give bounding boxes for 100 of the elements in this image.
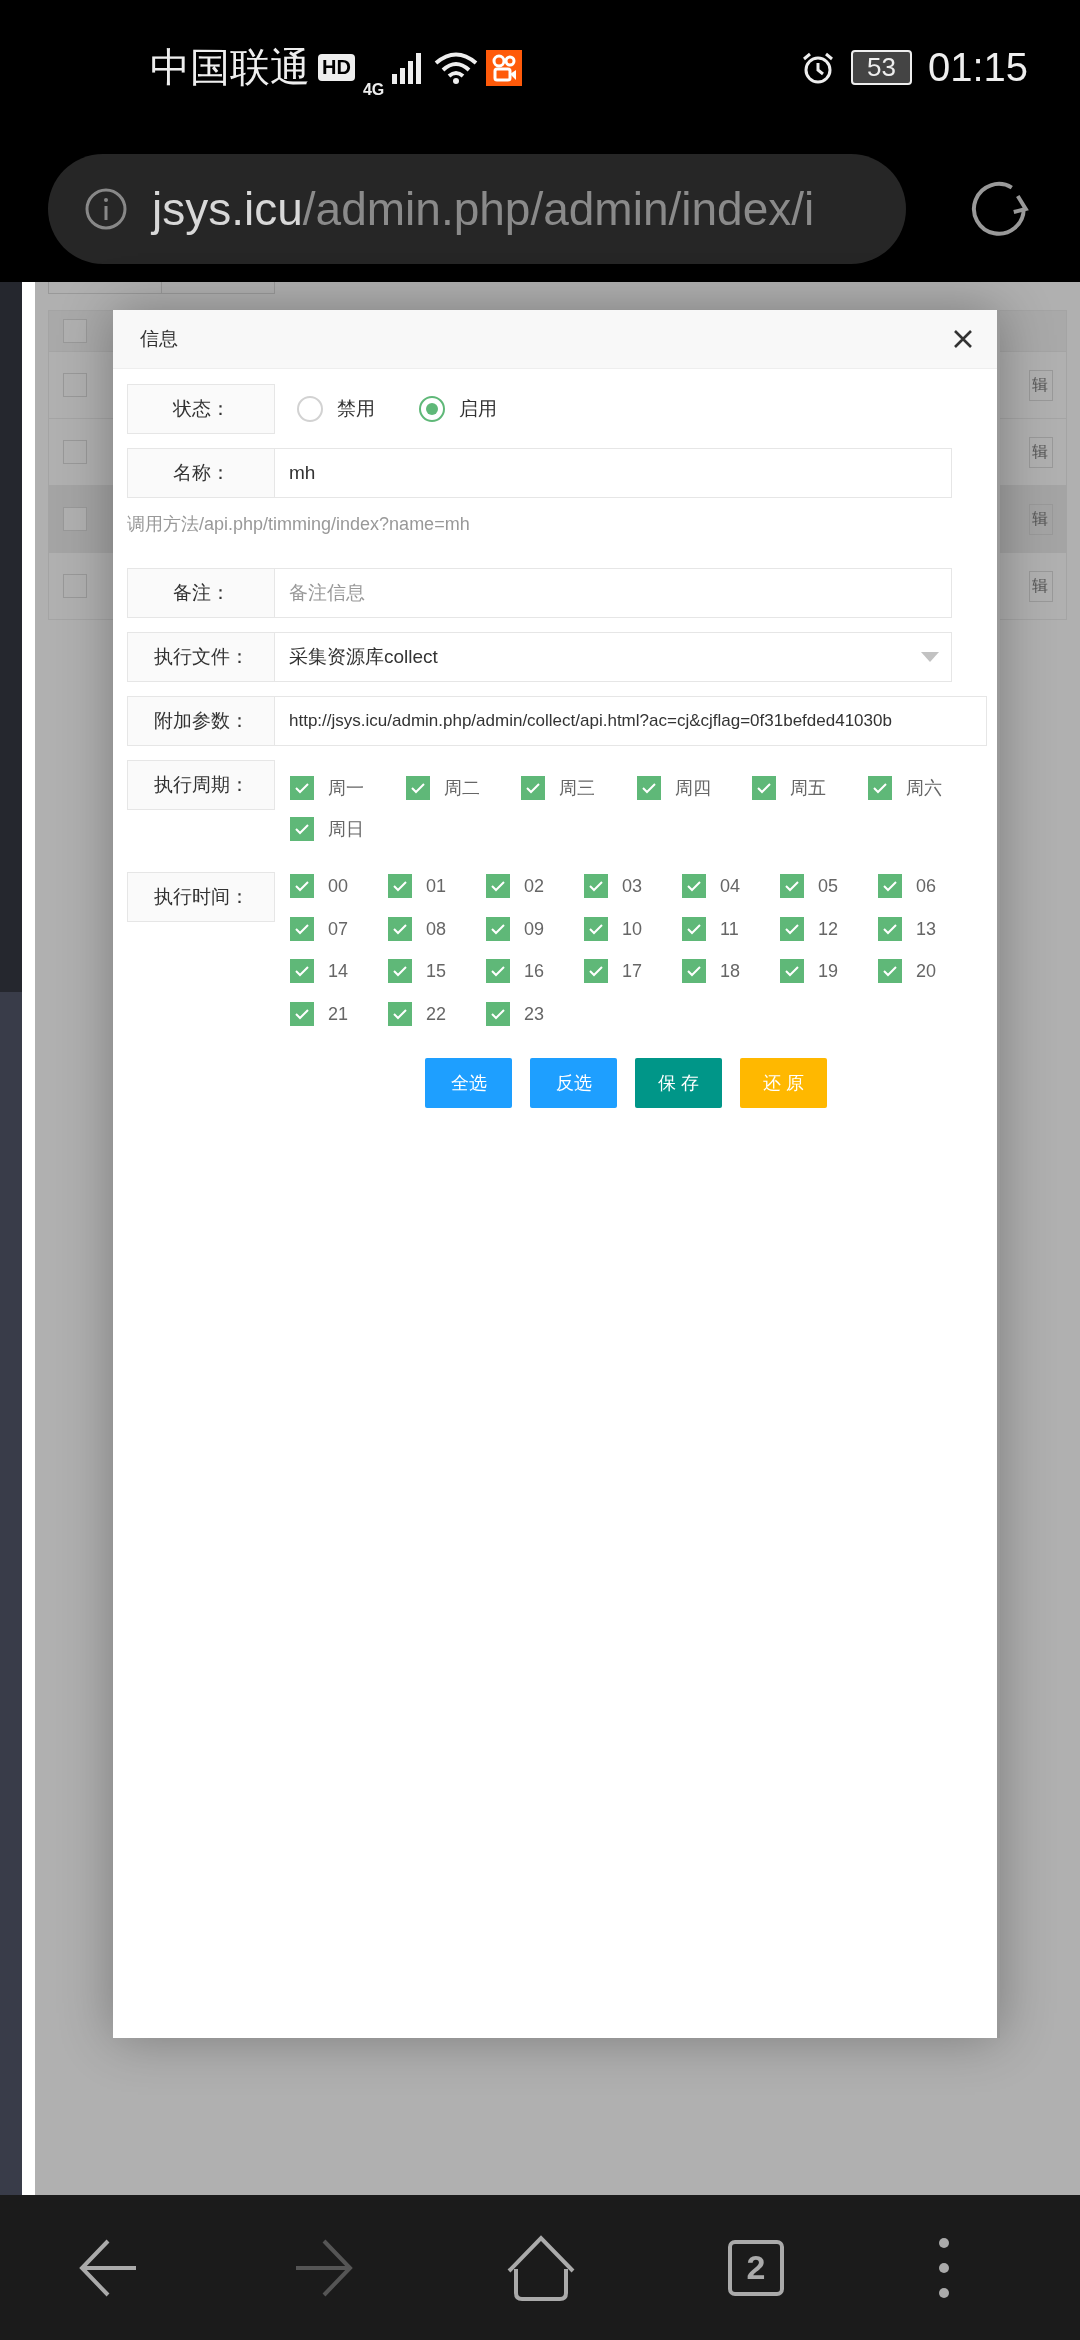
checkbox[interactable] bbox=[486, 959, 510, 983]
edit-button[interactable]: 辑 bbox=[1029, 369, 1053, 401]
checkbox[interactable] bbox=[290, 817, 314, 841]
field-label: 执行文件： bbox=[127, 632, 275, 682]
checkbox-label[interactable]: 11 bbox=[720, 916, 739, 941]
carrier-name: 中国联通 bbox=[150, 44, 310, 91]
checkbox-label[interactable]: 09 bbox=[524, 916, 545, 941]
checkbox-label[interactable]: 08 bbox=[426, 916, 447, 941]
checkbox[interactable] bbox=[486, 1001, 510, 1026]
field-label: 名称： bbox=[127, 448, 275, 498]
checkbox[interactable] bbox=[878, 874, 902, 898]
checkbox-label[interactable]: 20 bbox=[916, 959, 937, 983]
checkbox-label[interactable]: 17 bbox=[622, 959, 643, 983]
edit-button[interactable]: 辑 bbox=[1029, 570, 1053, 602]
home-icon[interactable] bbox=[506, 2234, 576, 2301]
checkbox[interactable] bbox=[486, 916, 510, 941]
tabs-button[interactable]: 2 bbox=[728, 2239, 784, 2296]
checkbox[interactable] bbox=[388, 959, 412, 983]
text-field[interactable]: mh bbox=[275, 448, 952, 498]
checkbox[interactable] bbox=[290, 959, 314, 983]
radio-option[interactable]: 禁用 bbox=[297, 396, 375, 422]
checkbox-label[interactable]: 周五 bbox=[790, 776, 826, 800]
edit-button[interactable]: 辑 bbox=[1029, 436, 1053, 468]
checkbox[interactable] bbox=[636, 776, 661, 800]
checkbox-label[interactable]: 01 bbox=[426, 874, 447, 898]
app-icon bbox=[486, 49, 523, 86]
checkbox-label[interactable]: 16 bbox=[524, 959, 545, 983]
checkbox[interactable] bbox=[388, 916, 412, 941]
text-field[interactable]: 备注信息 bbox=[275, 568, 952, 618]
checkbox[interactable] bbox=[388, 874, 412, 898]
wifi-icon bbox=[434, 51, 479, 84]
checkbox-label[interactable]: 19 bbox=[818, 959, 839, 983]
checkbox-label[interactable]: 周六 bbox=[905, 776, 942, 800]
checkbox-label[interactable]: 14 bbox=[328, 959, 349, 983]
checkbox-label[interactable]: 04 bbox=[720, 874, 741, 898]
checkbox[interactable] bbox=[63, 440, 87, 464]
checkbox-label[interactable]: 23 bbox=[524, 1001, 545, 1026]
hd-badge: HD bbox=[318, 54, 355, 81]
checkbox-label[interactable]: 18 bbox=[720, 959, 741, 983]
checkbox[interactable] bbox=[405, 776, 430, 800]
caret-icon bbox=[921, 652, 939, 662]
checkbox-label[interactable]: 周日 bbox=[328, 817, 364, 841]
checkbox[interactable] bbox=[584, 874, 608, 898]
checkbox[interactable] bbox=[290, 916, 314, 941]
battery-indicator: 53 bbox=[850, 50, 912, 85]
checkbox-label[interactable]: 15 bbox=[426, 959, 447, 983]
checkbox-label[interactable]: 05 bbox=[818, 874, 839, 898]
checkbox[interactable] bbox=[584, 916, 608, 941]
checkbox-label[interactable]: 周三 bbox=[559, 776, 595, 800]
checkbox-label[interactable]: 10 bbox=[622, 916, 643, 941]
address-field[interactable]: jsys.icu/admin.php/admin/index/i bbox=[48, 153, 907, 264]
checkbox[interactable] bbox=[63, 574, 87, 598]
checkbox-label[interactable]: 周二 bbox=[443, 776, 480, 800]
checkbox[interactable] bbox=[780, 959, 804, 983]
field-label: 备注： bbox=[127, 568, 275, 618]
text-field[interactable]: http://jsys.icu/admin.php/admin/collect/api.html?ac=cj&cjflag=0f31befded41030b bbox=[275, 696, 987, 746]
checkbox[interactable] bbox=[486, 874, 510, 898]
field-label: 执行时间： bbox=[127, 872, 275, 922]
field-label: 状态： bbox=[127, 384, 275, 434]
usage-hint: 调用方法/api.php/timming/index?name=mh bbox=[127, 513, 471, 536]
checkbox[interactable] bbox=[290, 1001, 314, 1026]
checkbox[interactable] bbox=[752, 776, 776, 800]
checkbox[interactable] bbox=[878, 916, 902, 941]
checkbox[interactable] bbox=[63, 373, 87, 397]
menu-icon[interactable] bbox=[936, 2236, 952, 2299]
field-label: 附加参数： bbox=[127, 696, 275, 746]
checkbox-label[interactable]: 00 bbox=[328, 874, 349, 898]
checkbox[interactable] bbox=[867, 776, 892, 800]
clock-time: 01:15 bbox=[927, 45, 1028, 90]
checkbox[interactable] bbox=[63, 319, 87, 343]
checkbox-label[interactable]: 06 bbox=[916, 874, 937, 898]
select-field[interactable]: 采集资源库collect bbox=[275, 632, 952, 682]
checkbox-label[interactable]: 12 bbox=[818, 916, 839, 941]
dialog-title: 信息 bbox=[140, 327, 178, 351]
checkbox-label[interactable]: 07 bbox=[328, 916, 349, 941]
checkbox-label[interactable]: 22 bbox=[426, 1001, 447, 1026]
checkbox[interactable] bbox=[780, 916, 804, 941]
checkbox[interactable] bbox=[682, 874, 706, 898]
checkbox-label[interactable]: 03 bbox=[622, 874, 643, 898]
checkbox[interactable] bbox=[878, 959, 902, 983]
checkbox-label[interactable]: 21 bbox=[328, 1001, 349, 1026]
checkbox[interactable] bbox=[388, 1001, 412, 1026]
checkbox[interactable] bbox=[521, 776, 545, 800]
checkbox-label[interactable]: 13 bbox=[916, 916, 937, 941]
field-label: 执行周期： bbox=[127, 760, 275, 810]
checkbox[interactable] bbox=[290, 874, 314, 898]
checkbox[interactable] bbox=[682, 916, 706, 941]
checkbox[interactable] bbox=[63, 507, 87, 531]
checkbox-label[interactable]: 周一 bbox=[328, 776, 364, 800]
network-type: 4G bbox=[362, 80, 385, 99]
checkbox-label[interactable]: 02 bbox=[524, 874, 545, 898]
radio-option[interactable]: 启用 bbox=[419, 396, 497, 422]
checkbox[interactable] bbox=[682, 959, 706, 983]
action-button[interactable]: 保 存 bbox=[635, 1058, 722, 1108]
checkbox[interactable] bbox=[584, 959, 608, 983]
checkbox[interactable] bbox=[290, 776, 314, 800]
close-icon[interactable] bbox=[953, 329, 973, 349]
checkbox[interactable] bbox=[780, 874, 804, 898]
edit-button[interactable]: 辑 bbox=[1029, 503, 1053, 535]
checkbox-label[interactable]: 周四 bbox=[674, 776, 711, 800]
